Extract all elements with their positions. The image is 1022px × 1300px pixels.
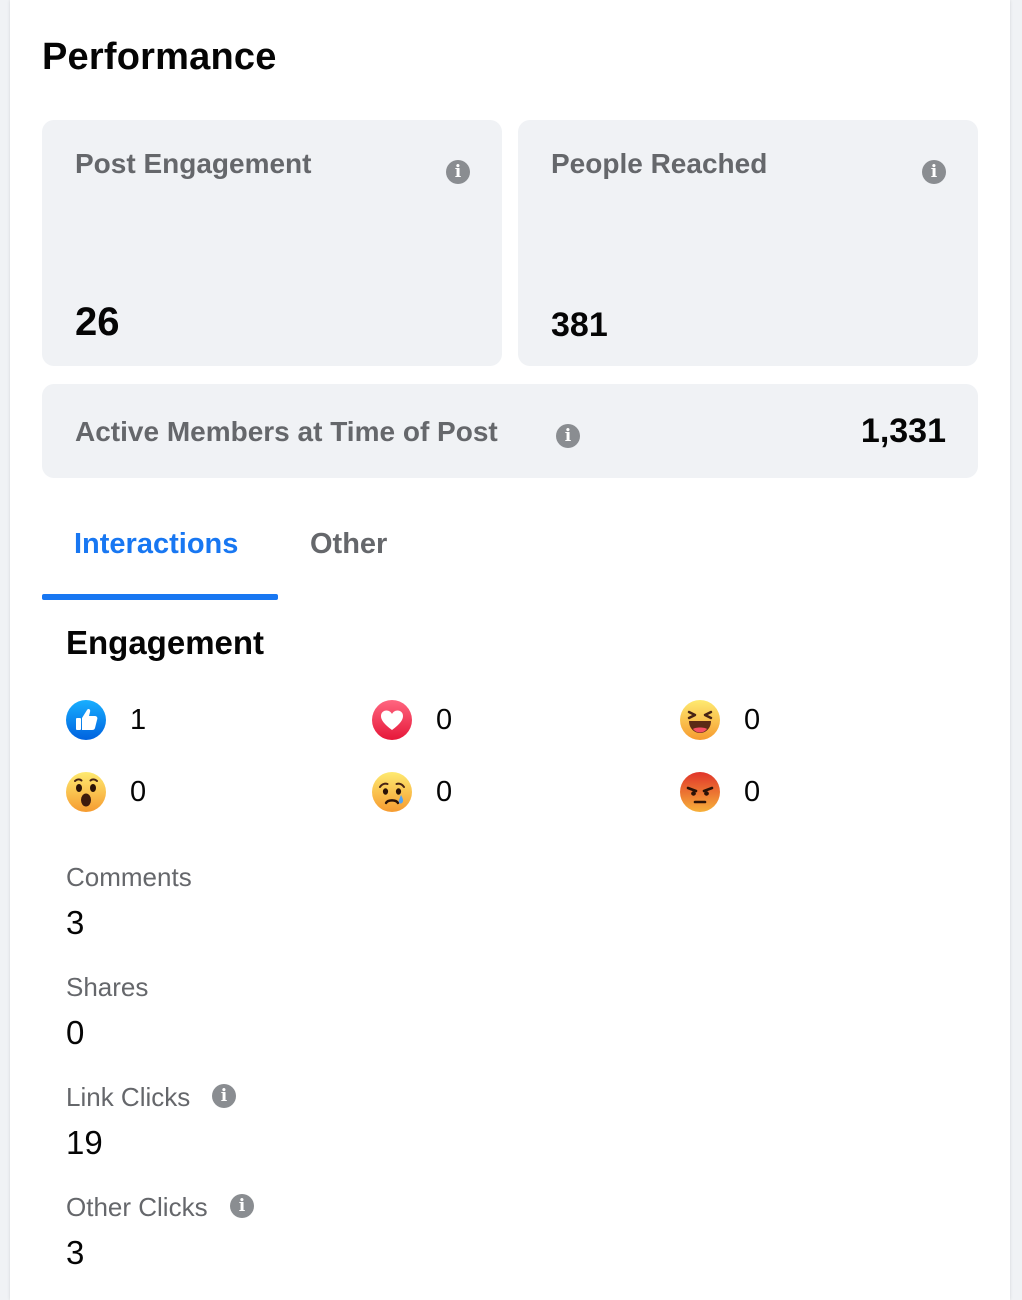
performance-panel: Performance Post Engagement i 26 People …: [10, 0, 1010, 1300]
sad-icon: [372, 772, 412, 812]
info-icon[interactable]: i: [556, 424, 580, 448]
link-clicks-value: 19: [66, 1124, 103, 1161]
people-reached-label: People Reached: [551, 148, 768, 179]
shares-value: 0: [66, 1014, 85, 1051]
post-engagement-value: 26: [75, 300, 120, 344]
link-clicks-label: Link Clicks: [66, 1082, 191, 1112]
active-members-card: Active Members at Time of Post i 1,331: [42, 384, 978, 478]
reaction-sad: 0: [372, 770, 452, 814]
active-tab-indicator: [42, 594, 278, 600]
angry-icon: [680, 772, 720, 812]
info-icon[interactable]: i: [212, 1084, 236, 1108]
other-clicks-value: 3: [66, 1234, 85, 1271]
post-engagement-label: Post Engagement: [75, 148, 312, 179]
info-icon[interactable]: i: [922, 160, 946, 184]
comments-label: Comments: [66, 862, 192, 892]
love-count: 0: [436, 703, 453, 736]
like-icon: [66, 700, 106, 740]
post-engagement-card: Post Engagement i 26: [42, 120, 502, 366]
engagement-title: Engagement: [66, 624, 265, 661]
info-icon[interactable]: i: [446, 160, 470, 184]
active-members-label: Active Members at Time of Post: [75, 416, 498, 447]
reaction-haha: 0: [680, 698, 760, 742]
angry-count: 0: [744, 775, 761, 808]
haha-count: 0: [744, 703, 761, 736]
love-icon: [372, 700, 412, 740]
other-clicks-label: Other Clicks: [66, 1192, 208, 1222]
reaction-love: 0: [372, 698, 452, 742]
reaction-wow: 0: [66, 770, 146, 814]
page-title: Performance: [42, 36, 277, 78]
wow-icon: [66, 772, 106, 812]
reaction-angry: 0: [680, 770, 760, 814]
info-icon[interactable]: i: [230, 1194, 254, 1218]
reaction-like: 1: [66, 698, 146, 742]
wow-count: 0: [130, 775, 147, 808]
tab-interactions[interactable]: Interactions: [74, 528, 238, 561]
haha-icon: [680, 700, 720, 740]
tab-other[interactable]: Other: [310, 528, 387, 561]
people-reached-card: People Reached i 381: [518, 120, 978, 366]
people-reached-value: 381: [551, 306, 608, 344]
active-members-value: 1,331: [860, 412, 946, 450]
comments-value: 3: [66, 904, 85, 941]
sad-count: 0: [436, 775, 453, 808]
like-count: 1: [130, 703, 147, 736]
shares-label: Shares: [66, 972, 149, 1002]
